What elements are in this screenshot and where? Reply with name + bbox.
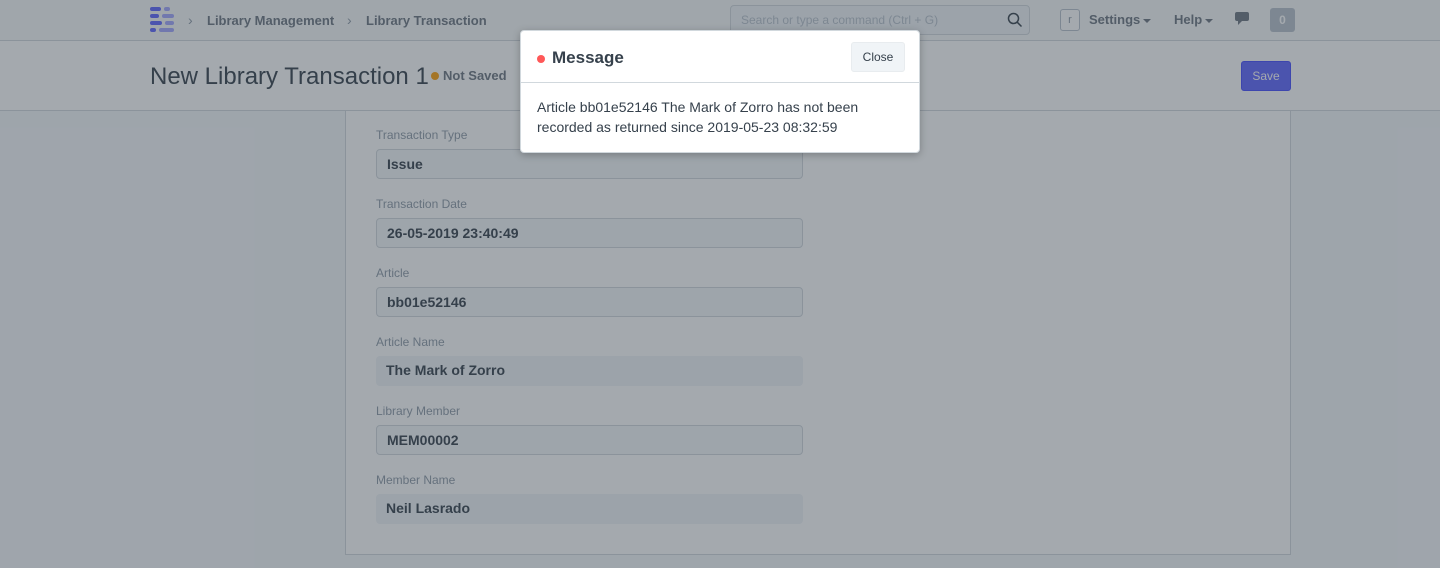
dialog-header: Message Close bbox=[521, 31, 919, 83]
red-indicator-dot bbox=[537, 55, 545, 63]
message-dialog: Message Close Article bb01e52146 The Mar… bbox=[520, 30, 920, 153]
close-button[interactable]: Close bbox=[851, 42, 905, 72]
dialog-title: Message bbox=[552, 48, 624, 67]
dialog-message: Article bb01e52146 The Mark of Zorro has… bbox=[537, 99, 859, 135]
